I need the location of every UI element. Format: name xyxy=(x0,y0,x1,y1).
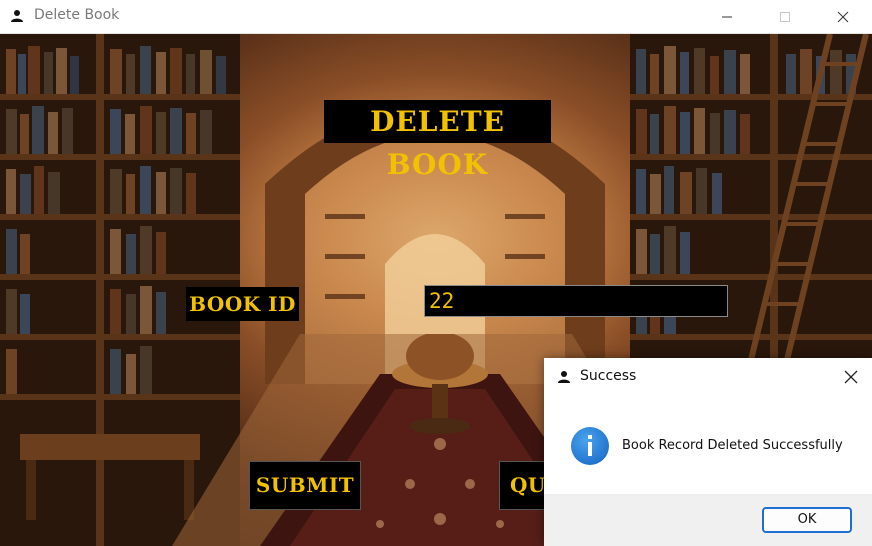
dialog-user-icon xyxy=(558,371,570,383)
window-title: Delete Book xyxy=(34,7,120,23)
dialog-message: Book Record Deleted Successfully xyxy=(622,438,843,453)
info-icon xyxy=(571,427,609,465)
window-titlebar: Delete Book xyxy=(0,0,872,34)
minimize-icon xyxy=(722,16,732,17)
dialog-body: Book Record Deleted Successfully xyxy=(544,396,872,494)
maximize-button[interactable] xyxy=(762,0,808,33)
app-user-icon xyxy=(11,10,23,22)
minimize-button[interactable] xyxy=(704,0,750,33)
dialog-close-button[interactable] xyxy=(840,366,862,388)
dialog-titlebar: Success xyxy=(544,358,872,396)
close-icon xyxy=(844,370,858,384)
dialog-title: Success xyxy=(580,368,637,384)
close-button[interactable] xyxy=(820,0,866,33)
page-heading: DELETE BOOK xyxy=(324,100,551,181)
book-id-label: BOOK ID xyxy=(186,287,299,321)
close-icon xyxy=(837,11,849,22)
success-dialog: Success Book Record Deleted Successfully… xyxy=(544,358,872,546)
ok-button[interactable]: OK xyxy=(762,507,852,533)
maximize-icon xyxy=(780,11,790,22)
dialog-footer: OK xyxy=(544,494,872,546)
book-id-input[interactable]: 22 xyxy=(424,285,728,317)
submit-button[interactable]: SUBMIT xyxy=(249,461,361,510)
